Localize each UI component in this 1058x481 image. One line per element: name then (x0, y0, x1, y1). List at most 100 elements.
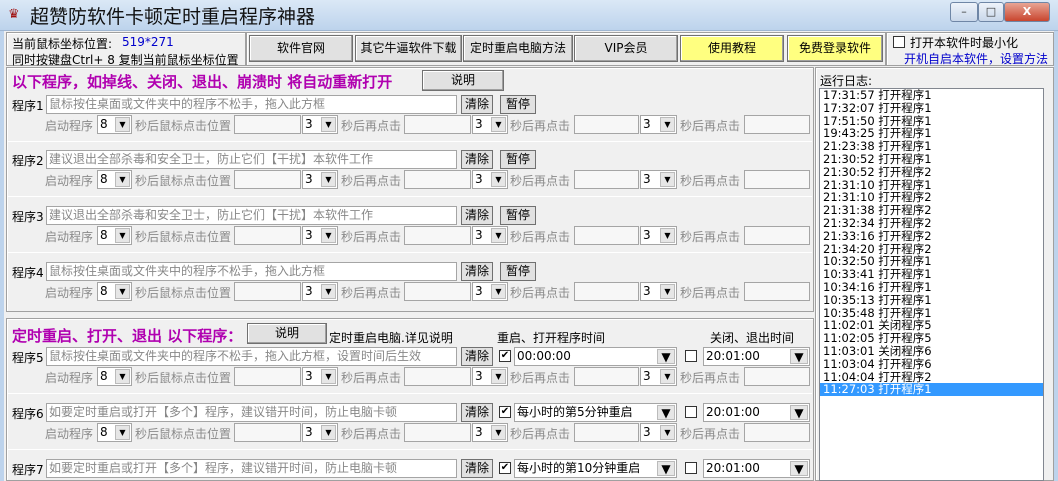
chevron-down-icon[interactable]: ▼ (491, 284, 506, 299)
click-delay-select[interactable]: 3 ▼ (640, 115, 677, 134)
open-time-checkbox[interactable]: ✔ (499, 462, 511, 474)
pause-button[interactable]: 暂停 (500, 206, 536, 225)
click-delay-select[interactable]: 3 ▼ (640, 282, 677, 301)
chevron-down-icon[interactable]: ▼ (790, 461, 808, 476)
clear-button[interactable]: 清除 (461, 403, 493, 422)
open-time-combo[interactable]: 00:00:00 ▼ (514, 347, 677, 366)
chevron-down-icon[interactable]: ▼ (491, 172, 506, 187)
clear-button[interactable]: 清除 (461, 95, 493, 114)
log-entry[interactable]: 11:03:01 关闭程序6 (820, 345, 1043, 358)
program-path-input[interactable]: 如要定时重启或打开【多个】程序，建议错开时间，防止电脑卡顿 (46, 459, 457, 478)
chevron-down-icon[interactable]: ▼ (321, 117, 336, 132)
log-entry[interactable]: 21:33:16 打开程序2 (820, 229, 1043, 243)
close-time-combo[interactable]: 20:01:00 ▼ (703, 403, 810, 422)
chevron-down-icon[interactable]: ▼ (115, 369, 130, 384)
chevron-down-icon[interactable]: ▼ (491, 369, 506, 384)
click-position-input[interactable] (234, 115, 301, 134)
clear-button[interactable]: 清除 (461, 262, 493, 281)
chevron-down-icon[interactable]: ▼ (491, 425, 506, 440)
section2-explain-button[interactable]: 说明 (247, 323, 327, 344)
close-button[interactable]: X (1004, 2, 1050, 22)
maximize-button[interactable]: □ (978, 2, 1004, 22)
click-again-input[interactable] (404, 226, 471, 245)
click-delay-select[interactable]: 3 ▼ (302, 170, 338, 189)
click-again-input[interactable] (744, 115, 810, 134)
click-position-input[interactable] (234, 226, 301, 245)
log-list[interactable]: 17:31:57 打开程序1 17:32:07 打开程序1 17:51:50 打开程… (819, 88, 1044, 481)
pause-button[interactable]: 暂停 (500, 262, 536, 281)
chevron-down-icon[interactable]: ▼ (115, 284, 130, 299)
log-entry[interactable]: 10:34:16 打开程序1 (820, 281, 1043, 294)
close-time-checkbox[interactable] (685, 406, 697, 418)
click-again-input[interactable] (744, 423, 810, 442)
click-again-input[interactable] (404, 282, 471, 301)
chevron-down-icon[interactable]: ▼ (660, 369, 675, 384)
close-time-checkbox[interactable] (685, 350, 697, 362)
log-entry[interactable]: 21:32:34 打开程序2 (820, 217, 1043, 230)
log-entry[interactable]: 21:30:52 打开程序1 (820, 153, 1043, 166)
chevron-down-icon[interactable]: ▼ (115, 117, 130, 132)
close-time-checkbox[interactable] (685, 462, 697, 474)
click-delay-select[interactable]: 3 ▼ (640, 423, 677, 442)
chevron-down-icon[interactable]: ▼ (321, 228, 336, 243)
open-time-combo[interactable]: 每小时的第10分钟重启 ▼ (514, 459, 677, 478)
log-entry[interactable]: 10:35:13 打开程序1 (820, 293, 1043, 307)
click-again-input[interactable] (404, 367, 471, 386)
click-again-input[interactable] (574, 170, 639, 189)
click-delay-select[interactable]: 3 ▼ (302, 423, 338, 442)
clear-button[interactable]: 清除 (461, 459, 493, 478)
click-delay-select[interactable]: 3 ▼ (640, 226, 677, 245)
chevron-down-icon[interactable]: ▼ (660, 284, 675, 299)
program-path-input[interactable]: 建议退出全部杀毒和安全卫士，防止它们【干扰】本软件工作 (46, 206, 457, 225)
click-delay-select[interactable]: 3 ▼ (302, 367, 338, 386)
free-login-button[interactable]: 免费登录软件 (787, 35, 883, 62)
chevron-down-icon[interactable]: ▼ (115, 228, 130, 243)
clear-button[interactable]: 清除 (461, 347, 493, 366)
click-again-input[interactable] (574, 423, 639, 442)
open-time-combo[interactable]: 每小时的第5分钟重启 ▼ (514, 403, 677, 422)
chevron-down-icon[interactable]: ▼ (321, 369, 336, 384)
program-path-input[interactable]: 鼠标按住桌面或文件夹中的程序不松手，拖入此方框 (46, 262, 457, 281)
minimize-button[interactable]: – (950, 2, 978, 22)
program-path-input[interactable]: 建议退出全部杀毒和安全卫士，防止它们【干扰】本软件工作 (46, 150, 457, 169)
click-again-input[interactable] (744, 226, 810, 245)
log-entry[interactable]: 11:27:03 打开程序1 (820, 383, 1043, 397)
click-delay-select[interactable]: 3 ▼ (472, 170, 508, 189)
start-delay-select[interactable]: 8 ▼ (97, 423, 132, 442)
clear-button[interactable]: 清除 (461, 150, 493, 169)
program-path-input[interactable]: 鼠标按住桌面或文件夹中的程序不松手，拖入此方框 (46, 95, 457, 114)
click-position-input[interactable] (234, 423, 301, 442)
click-position-input[interactable] (234, 367, 301, 386)
chevron-down-icon[interactable]: ▼ (657, 461, 675, 476)
log-entry[interactable]: 11:03:04 打开程序6 (820, 357, 1043, 371)
chevron-down-icon[interactable]: ▼ (790, 349, 808, 364)
click-delay-select[interactable]: 3 ▼ (302, 115, 338, 134)
minimize-checkbox[interactable] (893, 36, 905, 48)
open-time-checkbox[interactable]: ✔ (499, 350, 511, 362)
click-delay-select[interactable]: 3 ▼ (472, 367, 508, 386)
website-button[interactable]: 软件官网 (249, 35, 353, 62)
click-delay-select[interactable]: 3 ▼ (640, 367, 677, 386)
chevron-down-icon[interactable]: ▼ (657, 405, 675, 420)
start-delay-select[interactable]: 8 ▼ (97, 282, 132, 301)
click-position-input[interactable] (234, 170, 301, 189)
chevron-down-icon[interactable]: ▼ (660, 425, 675, 440)
chevron-down-icon[interactable]: ▼ (115, 172, 130, 187)
start-delay-select[interactable]: 8 ▼ (97, 367, 132, 386)
chevron-down-icon[interactable]: ▼ (660, 172, 675, 187)
log-entry[interactable]: 21:30:52 打开程序2 (820, 165, 1043, 179)
click-delay-select[interactable]: 3 ▼ (472, 115, 508, 134)
click-again-input[interactable] (574, 115, 639, 134)
tutorial-button[interactable]: 使用教程 (680, 35, 784, 62)
chevron-down-icon[interactable]: ▼ (491, 117, 506, 132)
click-delay-select[interactable]: 3 ▼ (302, 282, 338, 301)
chevron-down-icon[interactable]: ▼ (321, 284, 336, 299)
log-entry[interactable]: 17:31:57 打开程序1 (820, 89, 1043, 102)
click-delay-select[interactable]: 3 ▼ (302, 226, 338, 245)
chevron-down-icon[interactable]: ▼ (660, 117, 675, 132)
clear-button[interactable]: 清除 (461, 206, 493, 225)
start-delay-select[interactable]: 8 ▼ (97, 170, 132, 189)
close-time-combo[interactable]: 20:01:00 ▼ (703, 347, 810, 366)
click-again-input[interactable] (404, 115, 471, 134)
click-again-input[interactable] (744, 170, 810, 189)
